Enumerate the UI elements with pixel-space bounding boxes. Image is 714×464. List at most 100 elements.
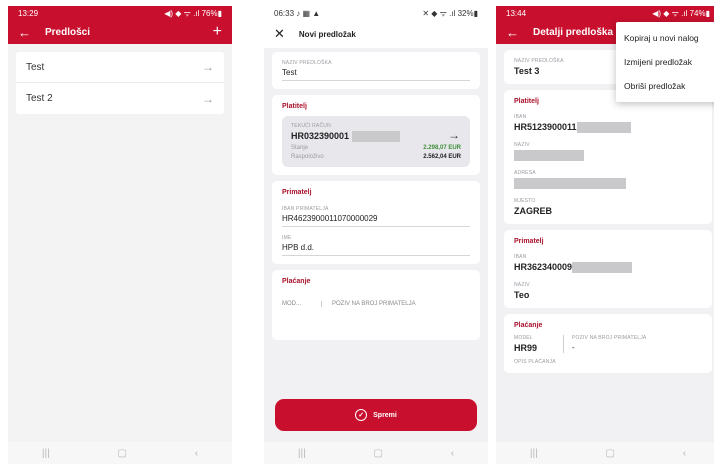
current-account-number: HR032390001 — [291, 131, 350, 141]
status-time: 06:33 — [274, 8, 295, 18]
payer-city-row: MJESTO ZAGREB — [514, 198, 702, 216]
home-button[interactable]: ▢ — [373, 448, 382, 459]
recipient-iban-value: HR362340009 — [514, 262, 573, 273]
phone-templates-list: 13:29 ◀) ◆ ᯤ .ıl 76%▮ ← Predlošci + Test… — [8, 6, 232, 464]
back-arrow-icon[interactable]: ← — [506, 25, 519, 40]
payment-card: Plaćanje MODEL HR99 POZIV NA BROJ PRIMAT… — [504, 314, 712, 374]
page-title: Predlošci — [45, 26, 91, 38]
available-row: Raspoloživo 2.562,04 EUR — [291, 154, 461, 160]
phone-template-details: 13:44 ◀) ◆ ᯤ .ıl 74%▮ ← Detalji predlošk… — [496, 6, 714, 464]
menu-item-delete-template[interactable]: Obriši predložak — [616, 74, 714, 98]
payment-section-title: Plaćanje — [282, 278, 311, 286]
redacted-block — [514, 150, 584, 162]
status-time: 13:29 — [18, 8, 39, 18]
system-back-button[interactable]: ‹ — [683, 448, 686, 459]
system-nav-bar: ||| ▢ ‹ — [264, 442, 488, 464]
template-name-input[interactable]: Test — [282, 68, 470, 81]
page-title: Novi predložak — [298, 29, 356, 39]
balance-row: Stanje 2.298,07 EUR — [291, 145, 461, 151]
status-bar: 13:29 ◀) ◆ ᯤ .ıl 76%▮ — [8, 6, 232, 20]
redacted-block — [351, 131, 400, 143]
payment-card: Plaćanje MOD... POZIV NA BROJ PRIMATELJA — [272, 270, 480, 341]
payer-card: Platitelj TEKUĆI RAČUN HR032390001 → Sta… — [272, 95, 480, 176]
redacted-block — [514, 178, 626, 190]
payment-section-title: Plaćanje — [514, 322, 543, 330]
reference-label: POZIV NA BROJ PRIMATELJA — [572, 335, 647, 342]
recipient-iban-input[interactable]: HR4623900011070000029 — [282, 214, 470, 228]
payer-city-value: ZAGREB — [514, 206, 552, 217]
model-col: MODEL HR99 — [514, 335, 564, 354]
account-selector[interactable]: TEKUĆI RAČUN HR032390001 → Stanje 2.298,… — [282, 116, 470, 168]
menu-item-edit-template[interactable]: Izmijeni predložak — [616, 50, 714, 74]
status-indicators: ◀) ◆ ᯤ .ıl 76%▮ — [164, 8, 222, 18]
current-account-label: TEKUĆI RAČUN — [291, 123, 331, 129]
recipient-card: Primatelj IBAN HR362340009 NAZIV Teo — [504, 230, 712, 309]
payer-section-title: Platitelj — [282, 103, 307, 110]
payer-name-line — [514, 150, 702, 162]
recipient-name-label: IME — [282, 235, 292, 242]
status-bar: 06:33 ♪ ▦ ▲ ✕ ◆ ᯤ .ıl 32%▮ — [264, 6, 488, 20]
model-value: HR99 — [514, 343, 538, 354]
payment-fields-row: MOD... POZIV NA BROJ PRIMATELJA — [282, 301, 470, 308]
arrow-right-icon: → — [202, 60, 214, 74]
redacted-block — [572, 262, 633, 274]
payer-address-label: ADRESA — [514, 170, 536, 177]
template-item-test[interactable]: Test → — [16, 52, 224, 83]
payer-iban-row: IBAN HR5123900011 — [514, 114, 702, 134]
home-button[interactable]: ▢ — [605, 448, 614, 459]
payer-card: Platitelj IBAN HR5123900011 NAZIV ADRESA… — [504, 90, 712, 225]
balance-value: 2.298,07 EUR — [423, 145, 461, 152]
recipient-name-row: NAZIV Teo — [514, 282, 702, 300]
available-label: Raspoloživo — [291, 154, 324, 161]
template-name-label: NAZIV PREDLOŠKA — [282, 60, 332, 66]
template-item-label: Test 2 — [26, 93, 53, 104]
system-back-button[interactable]: ‹ — [195, 448, 198, 459]
recipient-name-label: NAZIV — [514, 282, 530, 289]
available-value: 2.562,04 EUR — [423, 154, 461, 161]
payment-model-row: MODEL HR99 POZIV NA BROJ PRIMATELJA - — [514, 335, 702, 354]
payer-address-row: ADRESA — [514, 170, 702, 190]
redacted-block — [576, 122, 631, 134]
payer-name-label: NAZIV — [514, 142, 530, 149]
payer-name-row: NAZIV — [514, 142, 702, 162]
recent-apps-button[interactable]: ||| — [530, 448, 538, 459]
template-name-card: NAZIV PREDLOŠKA Test — [272, 52, 480, 89]
status-bar: 13:44 ◀) ◆ ᯤ .ıl 74%▮ — [496, 6, 714, 20]
template-list: Test → Test 2 → — [16, 52, 224, 114]
home-button[interactable]: ▢ — [117, 448, 126, 459]
close-icon[interactable]: ✕ — [274, 26, 285, 42]
payment-description-label: OPIS PLAĆANJA — [514, 359, 556, 366]
payer-iban-line: HR5123900011 — [514, 122, 702, 134]
status-indicators: ◀) ◆ ᯤ .ıl 74%▮ — [652, 8, 710, 18]
menu-item-copy-to-new-order[interactable]: Kopiraj u novi nalog — [616, 26, 714, 50]
recent-apps-button[interactable]: ||| — [42, 448, 50, 459]
status-time: 13:44 — [506, 8, 527, 18]
payer-address-line — [514, 178, 702, 190]
payer-city-label: MJESTO — [514, 198, 536, 205]
model-input[interactable]: MOD... — [282, 301, 322, 308]
reference-col: POZIV NA BROJ PRIMATELJA - — [564, 335, 702, 353]
phone-new-template: 06:33 ♪ ▦ ▲ ✕ ◆ ᯤ .ıl 32%▮ ✕ Novi predlo… — [264, 6, 488, 464]
model-label: MODEL — [514, 335, 533, 342]
recipient-iban-label: IBAN PRIMATELJA — [282, 206, 329, 213]
recent-apps-button[interactable]: ||| — [298, 448, 306, 459]
status-icons: ♪ ▦ ▲ — [296, 8, 321, 18]
current-account-row: HR032390001 — [291, 131, 461, 143]
recipient-name-value: Teo — [514, 290, 530, 301]
arrow-right-icon: → — [202, 91, 214, 106]
app-bar: ← Predlošci + — [8, 20, 232, 44]
recipient-section-title: Primatelj — [514, 238, 544, 246]
reference-value: - — [572, 343, 575, 353]
add-template-button[interactable]: + — [213, 24, 222, 40]
app-bar: ✕ Novi predložak — [264, 20, 488, 48]
save-button-label: Spremi — [373, 411, 397, 419]
system-back-button[interactable]: ‹ — [451, 448, 454, 459]
balance-label: Stanje — [291, 145, 309, 152]
reference-number-input[interactable]: POZIV NA BROJ PRIMATELJA — [328, 301, 470, 307]
back-arrow-icon[interactable]: ← — [18, 25, 31, 40]
template-item-test-2[interactable]: Test 2 → — [16, 83, 224, 114]
save-button[interactable]: ✓ Spremi — [275, 399, 477, 431]
recipient-iban-label: IBAN — [514, 254, 527, 261]
overflow-menu: Kopiraj u novi nalog Izmijeni predložak … — [616, 22, 714, 102]
recipient-name-input[interactable]: HPB d.d. — [282, 243, 470, 257]
